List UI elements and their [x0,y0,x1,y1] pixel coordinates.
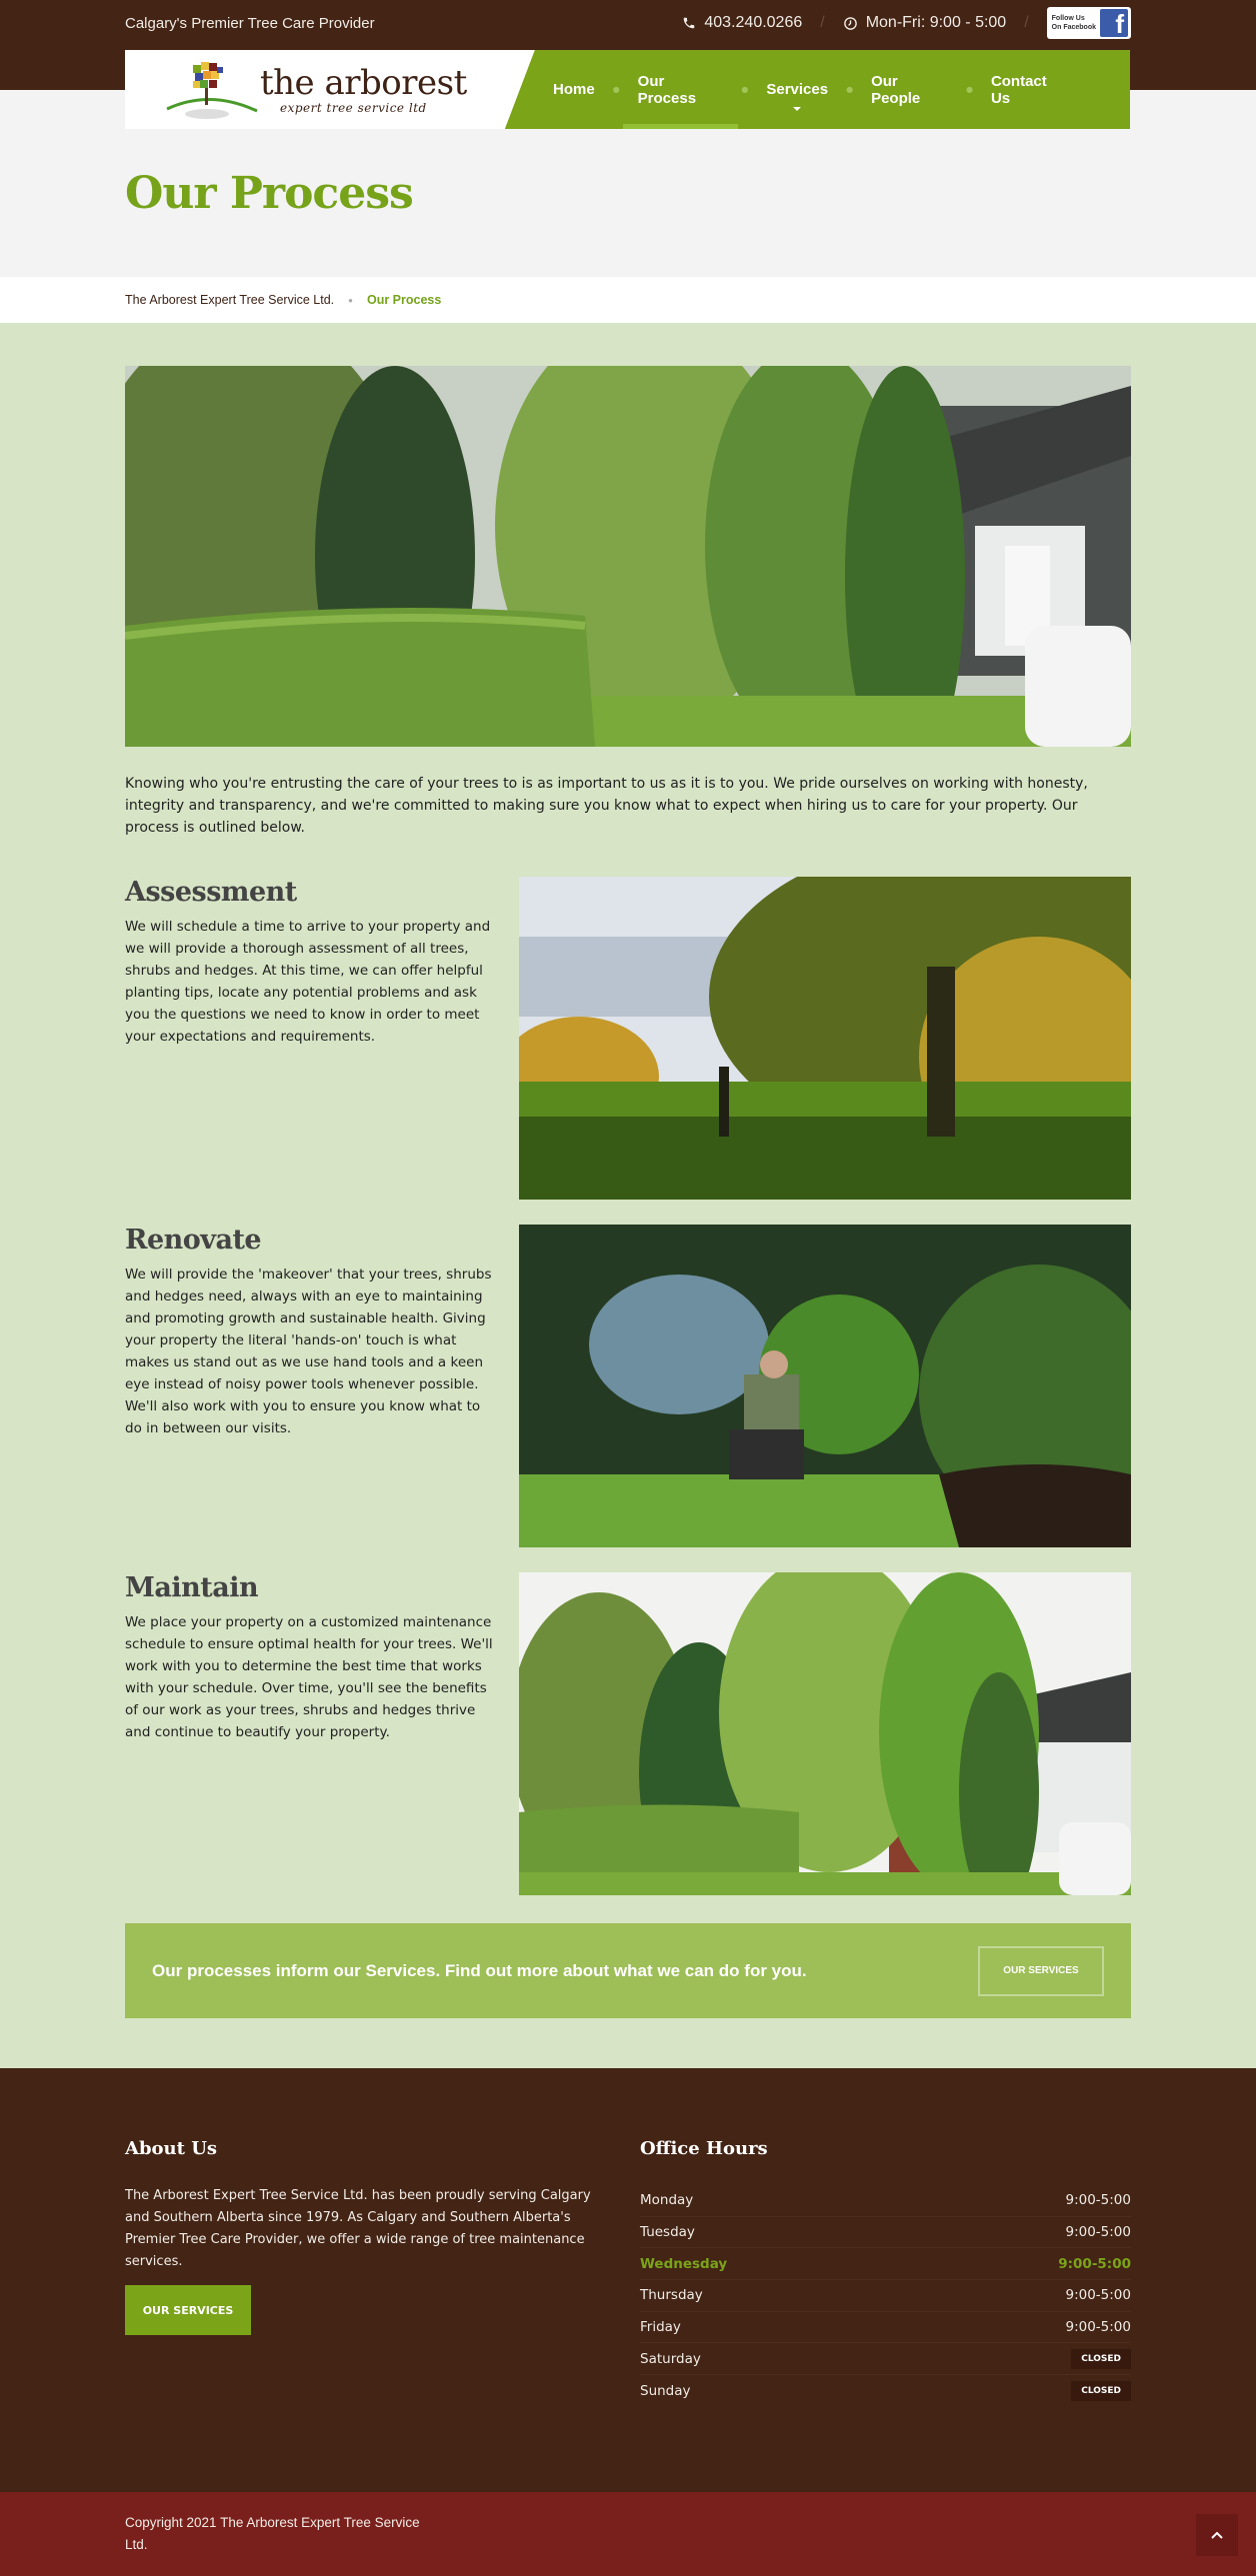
nav-contact-us[interactable]: Contact Us [973,50,1085,129]
hours-time: 9:00-5:00 [1058,2255,1131,2272]
footer: About Us The Arborest Expert Tree Servic… [0,2068,1256,2492]
phone-link[interactable]: 403.240.0266 [682,14,802,32]
phone-icon [684,17,695,29]
caret-down-icon [793,107,802,111]
closed-badge: CLOSED [1071,2348,1131,2369]
nav-separator: ● [612,85,620,94]
hours-row-wednesday: Wednesday 9:00-5:00 [640,2248,1131,2281]
breadcrumb: The Arborest Expert Tree Service Ltd. ● … [0,277,1256,323]
hours-row-friday: Friday 9:00-5:00 [640,2312,1131,2344]
hours-row-tuesday: Tuesday 9:00-5:00 [640,2217,1131,2249]
hours-time: 9:00-5:00 [1065,2319,1131,2336]
nav-our-people[interactable]: Our People [853,50,966,129]
nav-separator: ● [965,85,973,94]
hours-time: 9:00-5:00 [1065,2224,1131,2241]
section-body: We place your property on a customized m… [125,1614,493,1740]
hours-day: Monday [640,2192,694,2209]
section-body: We will schedule a time to arrive to you… [125,919,491,1045]
nav-separator: ● [846,85,854,94]
site-header: the arborest expert tree service ltd Hom… [125,50,1130,129]
assessment-image [519,877,1131,1200]
facebook-label-line2: On Facebook [1051,24,1096,31]
services-cta-banner: Our processes inform our Services. Find … [125,1923,1131,2018]
hero-image [125,366,1131,747]
nav-home-label: Home [553,81,595,98]
logo-main-text: the arborest [260,62,467,103]
nav-home[interactable]: Home [535,50,613,129]
logo-sub-text: expert tree service ltd [280,100,427,115]
hours-day: Sunday [640,2382,691,2399]
maintained-garden-photo [519,1572,1131,1895]
breadcrumb-home[interactable]: The Arborest Expert Tree Service Ltd. [125,293,334,307]
facebook-icon: f [1100,9,1128,37]
renovate-image [519,1225,1131,1547]
office-hours-list: Monday 9:00-5:00 Tuesday 9:00-5:00 Wednesday… [640,2185,1131,2407]
facebook-label: Follow Us On Facebook [1052,14,1096,32]
breadcrumb-current: Our Process [366,293,442,307]
nav-services-label: Services [766,81,829,98]
footer-office-hours: Office Hours Monday 9:00-5:00 Tuesday 9:00-… [640,2138,1131,2407]
garden-landscape-photo [125,366,1131,747]
hours-day: Tuesday [640,2224,695,2241]
breadcrumb-separator: ● [348,295,353,305]
nav-separator: ● [741,85,749,94]
nav-contact-us-label: Contact Us [990,72,1047,107]
main-content: Knowing who you're entrusting the care o… [0,323,1256,2068]
business-hours: Mon-Fri: 9:00 - 5:00 [843,14,1007,32]
section-body: We will provide the 'makeover' that your… [125,1267,492,1436]
facebook-label-line1: Follow Us [1051,15,1085,22]
clock-icon [843,16,857,30]
intro-text: Knowing who you're entrusting the care o… [125,776,1088,836]
hours-row-saturday: Saturday CLOSED [640,2343,1131,2376]
hours-row-sunday: Sunday CLOSED [640,2375,1131,2407]
chevron-up-icon [1211,2531,1223,2539]
hours-text: Mon-Fri: 9:00 - 5:00 [865,14,1007,31]
hours-day: Saturday [640,2350,701,2367]
footer-about-text: The Arborest Expert Tree Service Ltd. ha… [125,2188,591,2269]
golf-course-trees-photo [519,877,1131,1200]
hours-day: Wednesday [640,2255,728,2272]
hours-time: 9:00-5:00 [1065,2192,1131,2209]
section-title: Maintain [125,1572,259,1603]
facebook-follow-button[interactable]: Follow Us On Facebook f [1046,7,1131,39]
nav-our-people-label: Our People [871,72,921,107]
phone-number: 403.240.0266 [704,14,803,31]
section-title: Renovate [125,1225,262,1256]
nav-our-process[interactable]: Our Process [620,50,742,129]
back-to-top-button[interactable] [1196,2513,1238,2556]
cta-text: Our processes inform our Services. Find … [152,1960,807,1980]
closed-badge: CLOSED [1071,2380,1131,2401]
section-title: Assessment [125,877,297,908]
hours-row-monday: Monday 9:00-5:00 [640,2185,1131,2217]
gardener-pruning-photo [519,1225,1131,1547]
office-hours-title: Office Hours [640,2138,768,2159]
footer-about: About Us The Arborest Expert Tree Servic… [125,2138,595,2407]
footer-about-title: About Us [125,2138,218,2159]
section-maintain: Maintain We place your property on a cus… [125,1572,1131,1895]
separator: / [820,14,825,31]
section-assessment: Assessment We will schedule a time to ar… [125,877,1131,1200]
logo[interactable]: the arborest expert tree service ltd [125,50,535,129]
hours-day: Friday [640,2319,681,2336]
logo-text: the arborest expert tree service ltd [260,65,467,115]
nav-services[interactable]: Services [748,50,846,129]
nav-our-process-label: Our Process [637,72,697,107]
separator: / [1024,14,1029,31]
section-renovate: Renovate We will provide the 'makeover' … [125,1225,1131,1547]
maintain-image [519,1572,1131,1895]
hours-time: 9:00-5:00 [1065,2287,1131,2304]
copyright-bar: Copyright 2021 The Arborest Expert Tree … [0,2491,1256,2576]
tree-logo-icon [166,61,258,119]
main-nav: Home ● Our Process ● Services ● Our Peop… [505,50,1130,129]
footer-our-services-button[interactable]: OUR SERVICES [125,2285,251,2335]
tagline: Calgary's Premier Tree Care Provider [125,14,375,32]
hours-row-thursday: Thursday 9:00-5:00 [640,2280,1131,2312]
hours-day: Thursday [640,2287,703,2304]
page-title: Our Process [125,168,414,219]
contact-info: 403.240.0266 / Mon-Fri: 9:00 - 5:00 / Fo… [682,7,1131,39]
copyright-text: Copyright 2021 The Arborest Expert Tree … [125,2514,420,2552]
our-services-button[interactable]: OUR SERVICES [978,1945,1104,1996]
